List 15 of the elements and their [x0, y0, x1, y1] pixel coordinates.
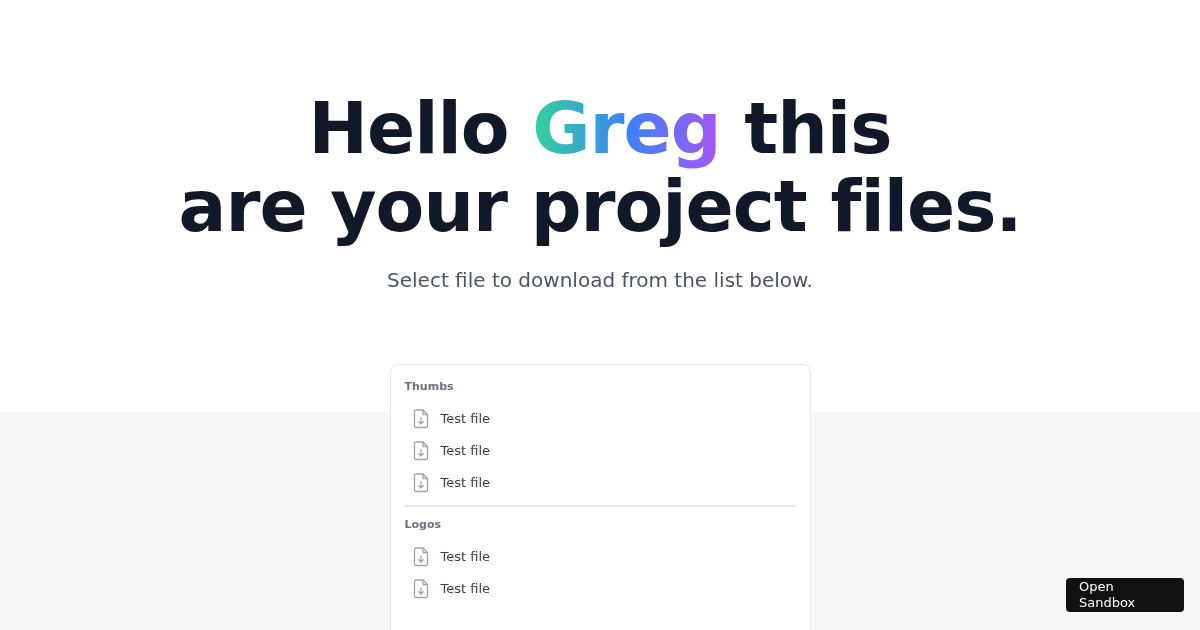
file-download-icon	[412, 579, 429, 599]
open-sandbox-button[interactable]: Open Sandbox	[1066, 578, 1184, 612]
file-item[interactable]: Test file	[404, 403, 796, 435]
file-item[interactable]: Test file	[404, 573, 796, 605]
file-item[interactable]: Test file	[404, 435, 796, 467]
group-title: Thumbs	[404, 379, 455, 395]
page-heading: Hello Greg this are your project files.	[177, 90, 1023, 246]
file-download-icon	[412, 409, 429, 429]
file-item[interactable]: Test file	[404, 467, 796, 499]
file-download-icon	[412, 473, 429, 493]
file-item[interactable]: Test file	[404, 541, 796, 573]
file-download-icon	[412, 547, 429, 567]
subtitle: Select file to download from the list below.	[387, 267, 813, 294]
file-download-icon	[412, 441, 429, 461]
group-title: Logos	[404, 517, 443, 533]
